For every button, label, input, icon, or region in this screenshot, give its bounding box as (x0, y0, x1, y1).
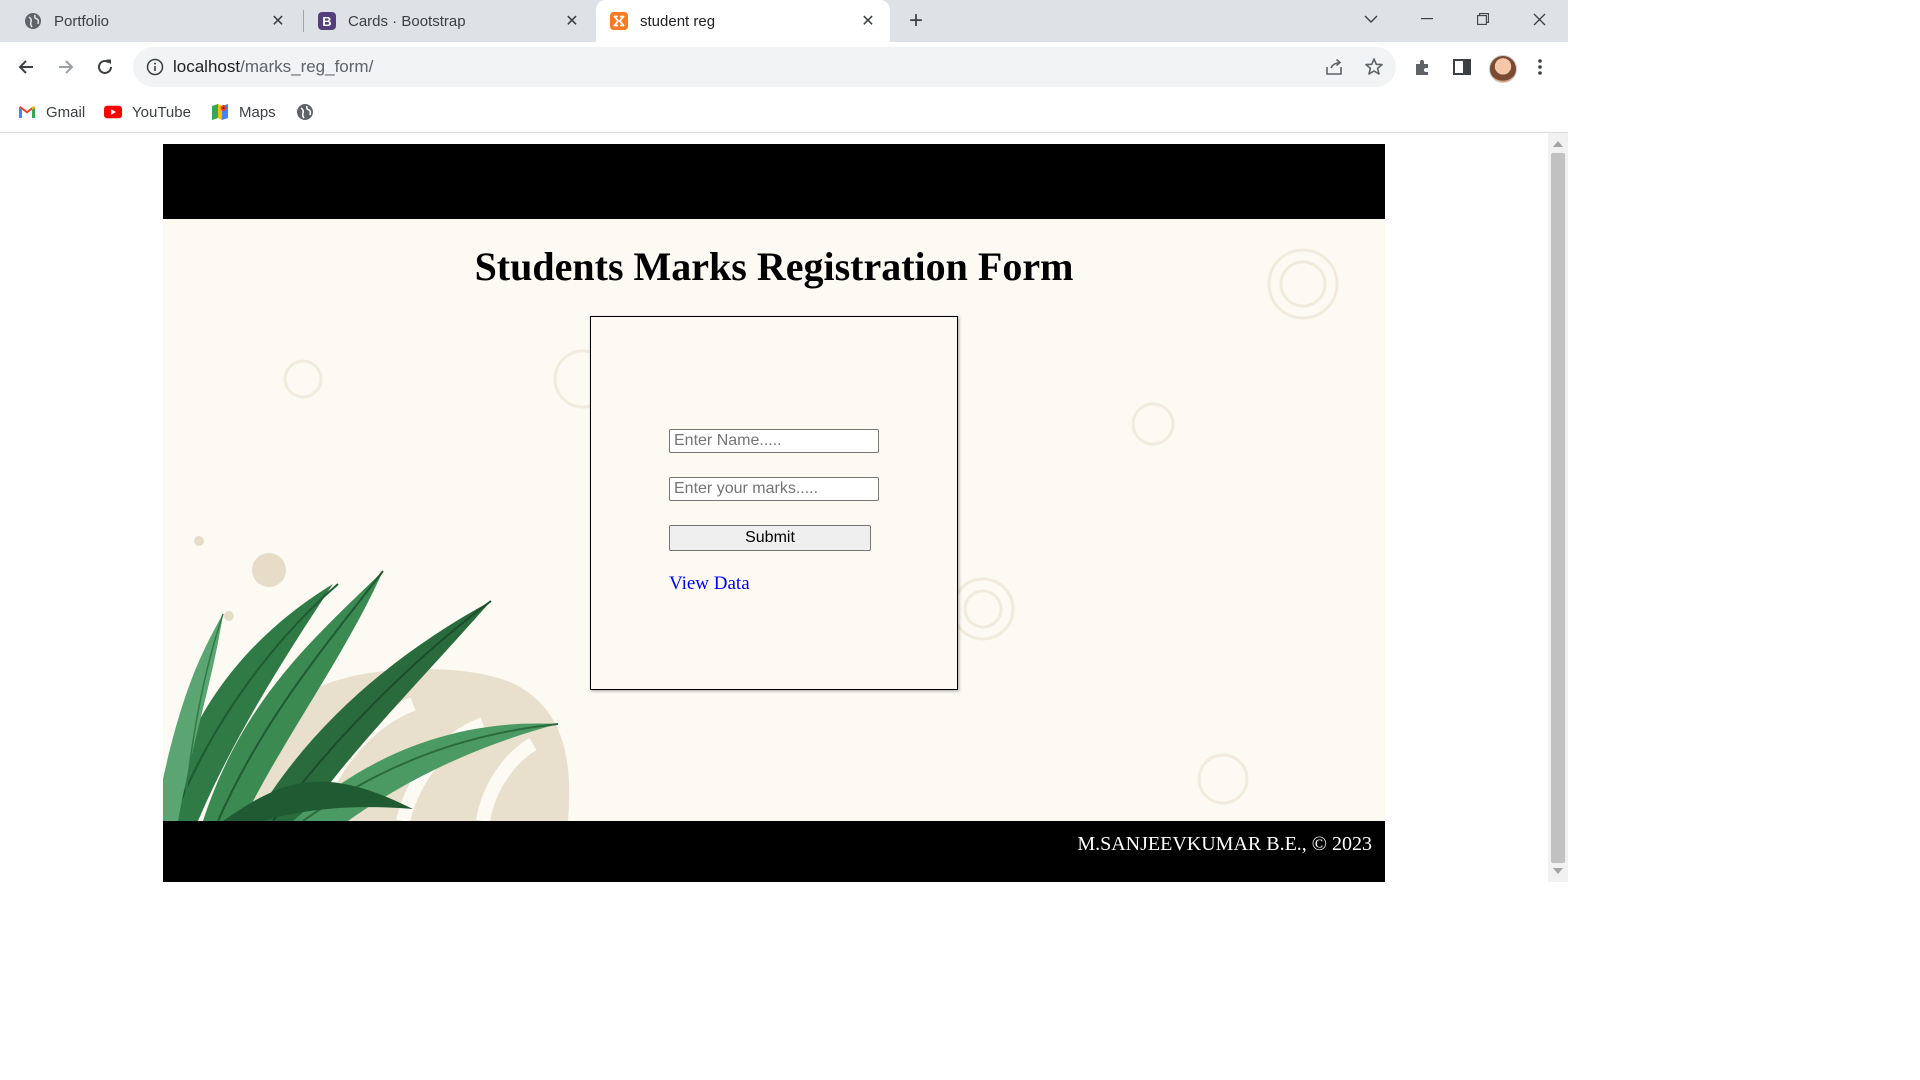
side-panel-icon[interactable] (1450, 55, 1474, 79)
close-icon[interactable]: ✕ (562, 11, 582, 31)
bookmarks-bar: Gmail YouTube Maps (0, 92, 1568, 133)
restore-button[interactable] (1460, 0, 1506, 38)
site-container: Students Marks Registration Form Submit … (163, 144, 1385, 882)
extensions-icon[interactable] (1411, 55, 1435, 79)
maps-icon (211, 103, 229, 121)
svg-text:B: B (322, 14, 331, 29)
close-window-button[interactable] (1516, 0, 1562, 38)
url-path: /marks_reg_form/ (240, 57, 374, 76)
bookmark-youtube[interactable]: YouTube (104, 101, 191, 123)
scroll-up-arrow[interactable] (1553, 141, 1563, 147)
bookmark-label: YouTube (132, 103, 191, 121)
tab-title: student reg (640, 12, 716, 30)
url-host: localhost (173, 57, 241, 76)
tab-portfolio[interactable]: Portfolio ✕ (0, 0, 300, 42)
close-icon (1533, 13, 1545, 25)
page-viewport: Students Marks Registration Form Submit … (0, 133, 1548, 882)
reload-icon (98, 59, 112, 74)
url-text: localhost/marks_reg_form/ (173, 57, 1396, 77)
minimize-button[interactable] (1404, 0, 1450, 38)
tab-student-reg[interactable]: student reg ✕ (596, 0, 890, 42)
youtube-icon (104, 103, 122, 121)
view-data-link[interactable]: View Data (669, 573, 750, 595)
tab-search-button[interactable] (1348, 0, 1394, 38)
profile-avatar[interactable] (1489, 55, 1517, 83)
globe-icon (24, 12, 42, 30)
scrollbar-thumb[interactable] (1551, 153, 1565, 863)
chevron-down-icon (1364, 15, 1378, 23)
share-icon[interactable] (1324, 57, 1344, 77)
forward-button[interactable] (50, 51, 82, 83)
bookmark-label: Gmail (46, 103, 86, 121)
registration-form: Submit View Data (590, 316, 958, 690)
restore-icon (1477, 13, 1489, 25)
tab-divider (303, 10, 304, 32)
browser-toolbar: localhost/marks_reg_form/ (0, 42, 1568, 92)
bookmark-label: Maps (239, 103, 276, 121)
bookmark-globe[interactable] (296, 101, 324, 123)
arrow-left-icon (18, 60, 33, 74)
bookmark-maps[interactable]: Maps (211, 101, 276, 123)
form-section: Students Marks Registration Form Submit … (163, 219, 1385, 821)
site-header (163, 144, 1385, 219)
tab-title: Cards · Bootstrap (348, 12, 466, 30)
minimize-icon (1421, 18, 1433, 20)
scroll-down-arrow[interactable] (1553, 868, 1563, 874)
tab-cards-bootstrap[interactable]: B Cards · Bootstrap ✕ (306, 0, 594, 42)
close-icon[interactable]: ✕ (858, 11, 878, 31)
page-title: Students Marks Registration Form (474, 244, 1074, 289)
page-scrollbar[interactable] (1548, 133, 1568, 882)
back-button[interactable] (10, 51, 42, 83)
xampp-icon (610, 12, 628, 30)
submit-button[interactable]: Submit (669, 525, 871, 551)
tab-strip: Portfolio ✕ B Cards · Bootstrap ✕ studen… (0, 0, 1568, 42)
gmail-icon (18, 103, 36, 121)
address-bar[interactable]: localhost/marks_reg_form/ (133, 47, 1396, 87)
reload-button[interactable] (89, 51, 121, 83)
site-footer: M.SANJEEVKUMAR B.E., © 2023 (163, 821, 1385, 882)
globe-icon (296, 103, 314, 121)
info-icon[interactable] (145, 57, 165, 77)
close-icon[interactable]: ✕ (268, 11, 288, 31)
menu-icon[interactable] (1528, 55, 1552, 79)
star-icon[interactable] (1364, 57, 1384, 77)
new-tab-button[interactable]: + (902, 7, 930, 35)
bootstrap-icon: B (318, 12, 336, 30)
bookmark-gmail[interactable]: Gmail (18, 101, 85, 123)
marks-input[interactable] (669, 477, 879, 501)
arrow-right-icon (59, 60, 74, 74)
footer-copyright: M.SANJEEVKUMAR B.E., © 2023 (1077, 833, 1372, 855)
name-input[interactable] (669, 429, 879, 453)
tab-title: Portfolio (54, 12, 110, 30)
